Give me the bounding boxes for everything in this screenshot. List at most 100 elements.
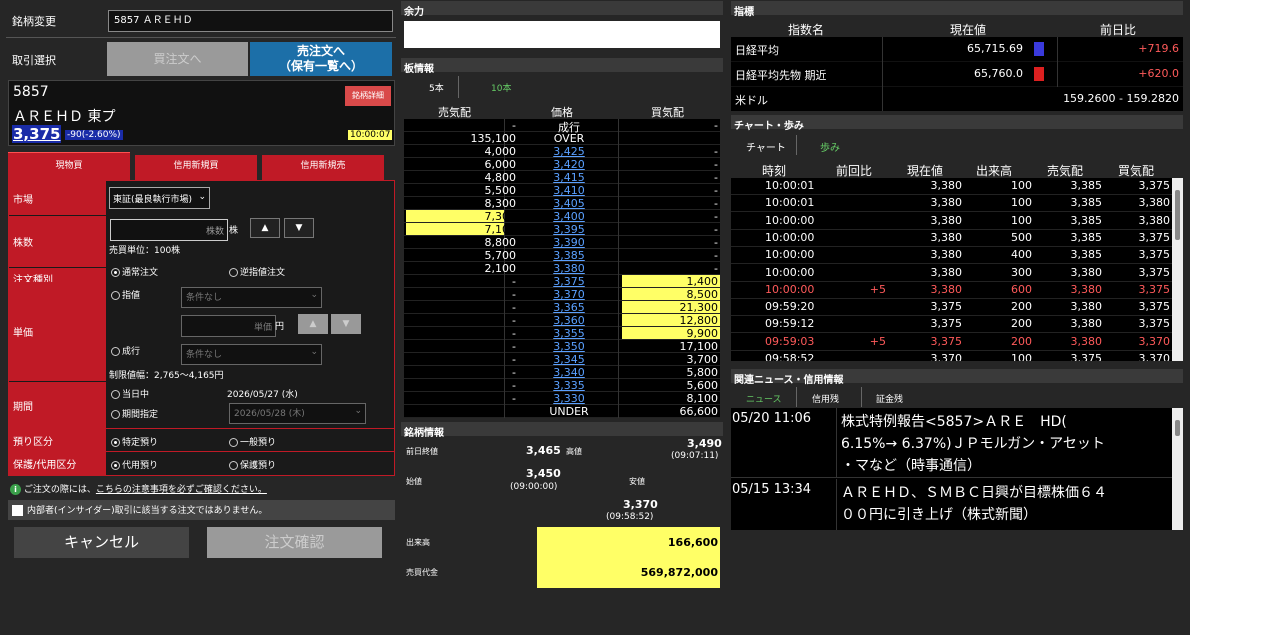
period-today-radio[interactable]: 当日中: [111, 387, 149, 400]
tick-row[interactable]: 10:00:01 3,380 100 3,385 3,380: [731, 195, 1172, 213]
ticks-tab-ayumi[interactable]: 歩み: [820, 139, 840, 154]
news-tab-margin[interactable]: 証金残: [876, 392, 903, 405]
board-price[interactable]: 3,425: [529, 145, 609, 158]
period-date-select[interactable]: 2026/05/28 (木) ⌄: [229, 403, 366, 424]
board-price[interactable]: 3,350: [529, 340, 609, 353]
board-price[interactable]: 3,370: [529, 288, 609, 301]
tick-row[interactable]: 09:59:12 3,375 200 3,380 3,375: [731, 316, 1172, 334]
board-price[interactable]: 3,385: [529, 249, 609, 262]
ticks-tab-chart[interactable]: チャート: [746, 139, 786, 154]
board-price[interactable]: 3,360: [529, 314, 609, 327]
index-row[interactable]: 米ドル 159.2600 - 159.2820: [731, 87, 1183, 111]
tick-row[interactable]: 10:00:00 3,380 300 3,380 3,375: [731, 265, 1172, 282]
index-row[interactable]: 日経平均 65,715.69 +719.6: [731, 37, 1183, 62]
tick-row[interactable]: 10:00:00 3,380 400 3,385 3,375: [731, 247, 1172, 265]
tab-cash-buy[interactable]: 現物買: [8, 152, 130, 181]
tick-row[interactable]: 09:59:20 3,375 200 3,380 3,375: [731, 299, 1172, 317]
board-price[interactable]: 3,395: [529, 223, 609, 236]
board-row[interactable]: - 成行 -: [404, 119, 720, 134]
limit-condition-select[interactable]: 条件なし ⌄: [181, 287, 322, 308]
board-row[interactable]: -3,335 5,600: [404, 379, 720, 392]
board-price[interactable]: 3,380: [529, 262, 609, 275]
board-row[interactable]: -3,345 3,700: [404, 353, 720, 366]
tab-margin-sell[interactable]: 信用新規売: [262, 155, 384, 181]
board-row[interactable]: 5,700 3,385 -: [404, 249, 720, 262]
qty-up-button[interactable]: ▲: [250, 218, 280, 238]
news-item[interactable]: 05/15 13:34 ＡＲＥＨＤ、ＳＭＢＣ日興が目標株価６４ ００円に引き上げ…: [731, 479, 1172, 530]
scrollbar-thumb[interactable]: [1175, 190, 1180, 240]
board-row[interactable]: 7,100 3,395 -: [404, 223, 720, 236]
board-row[interactable]: 4,000 3,425 -: [404, 145, 720, 158]
board-price[interactable]: 3,410: [529, 184, 609, 197]
market-condition-select[interactable]: 条件なし ⌄: [181, 344, 322, 365]
cancel-button[interactable]: キャンセル: [14, 527, 189, 558]
market-select[interactable]: 東証(最良執行市場) ⌄: [109, 187, 210, 209]
board-row[interactable]: -3,330 8,100: [404, 392, 720, 405]
insider-checkbox-row[interactable]: 内部者(インサイダー)取引に該当する注文ではありません。: [8, 500, 395, 520]
sell-order-button[interactable]: 売注文へ （保有一覧へ）: [250, 42, 392, 76]
price-up-button[interactable]: ▲: [298, 314, 328, 334]
buy-order-button[interactable]: 買注文へ: [107, 42, 248, 76]
tick-row[interactable]: 09:58:52 3,370 100 3,375 3,370: [731, 351, 1172, 361]
board-row[interactable]: -3,360 12,800: [404, 314, 720, 327]
board-row[interactable]: -3,375 1,400: [404, 275, 720, 288]
ordertype-stop-radio[interactable]: 逆指値注文: [229, 265, 285, 278]
tab-margin-buy[interactable]: 信用新規買: [135, 155, 257, 181]
qty-down-button[interactable]: ▼: [284, 218, 314, 238]
index-row[interactable]: 日経平均先物 期近 65,760.0 +620.0: [731, 62, 1183, 87]
price-input[interactable]: 単価: [181, 315, 276, 337]
collateral-protect-radio[interactable]: 保護預り: [229, 458, 276, 471]
deposit-specific-radio[interactable]: 特定預り: [111, 435, 158, 448]
board-price[interactable]: 3,345: [529, 353, 609, 366]
confirm-button[interactable]: 注文確認: [207, 527, 382, 558]
tick-row[interactable]: 10:00:00 3,380 500 3,385 3,375: [731, 230, 1172, 247]
news-tab-news[interactable]: ニュース: [746, 392, 782, 405]
deposit-general-radio[interactable]: 一般預り: [229, 435, 276, 448]
board-row[interactable]: UNDER 66,600: [404, 405, 720, 418]
board-row[interactable]: 6,000 3,420 -: [404, 158, 720, 171]
board-row[interactable]: -3,370 8,500: [404, 288, 720, 301]
board-row[interactable]: 4,800 3,415 -: [404, 171, 720, 184]
limit-radio[interactable]: 指値: [111, 288, 140, 301]
board-price[interactable]: 3,365: [529, 301, 609, 314]
board-price[interactable]: 3,355: [529, 327, 609, 340]
board-row[interactable]: -3,355 9,900: [404, 327, 720, 340]
board-tab-10[interactable]: 10本: [491, 81, 511, 94]
board-price[interactable]: 3,400: [529, 210, 609, 223]
board-price[interactable]: 3,415: [529, 171, 609, 184]
qty-input[interactable]: 株数: [110, 219, 228, 241]
board-price[interactable]: 3,340: [529, 366, 609, 379]
ordertype-normal-radio[interactable]: 通常注文: [111, 265, 158, 278]
symbol-input[interactable]: 5857 ＡＲＥＨＤ: [108, 10, 393, 32]
tick-row[interactable]: 10:00:01 3,380 100 3,385 3,375: [731, 178, 1172, 195]
board-row[interactable]: -3,340 5,800: [404, 366, 720, 379]
board-row[interactable]: 5,500 3,410 -: [404, 184, 720, 197]
board-row[interactable]: 7,300 3,400 -: [404, 210, 720, 223]
board-price[interactable]: 3,330: [529, 392, 609, 405]
board-price[interactable]: 3,375: [529, 275, 609, 288]
board-row[interactable]: -3,365 21,300: [404, 301, 720, 314]
board-row[interactable]: 135,100 OVER: [404, 132, 720, 145]
board-row[interactable]: 8,800 3,390 -: [404, 236, 720, 249]
board-row[interactable]: 2,100 3,380 -: [404, 262, 720, 275]
board-price[interactable]: 3,335: [529, 379, 609, 392]
collateral-substitute-radio[interactable]: 代用預り: [111, 458, 158, 471]
scrollbar-thumb[interactable]: [1175, 420, 1180, 436]
news-item[interactable]: 05/20 11:06 株式特例報告<5857>ＡＲＥ HD( 6.15%→ 6…: [731, 408, 1172, 478]
news-tab-credit[interactable]: 信用残: [812, 392, 839, 405]
notice-link[interactable]: こちらの注意事項を必ずご確認ください。: [96, 485, 267, 495]
board-row[interactable]: -3,350 17,100: [404, 340, 720, 353]
market-order-radio[interactable]: 成行: [111, 344, 140, 357]
period-specify-radio[interactable]: 期間指定: [111, 407, 158, 420]
checkbox-icon[interactable]: [12, 505, 23, 516]
board-price[interactable]: 3,405: [529, 197, 609, 210]
board-tab-5[interactable]: 5本: [429, 81, 444, 94]
news-scrollbar[interactable]: [1172, 408, 1183, 530]
stock-price[interactable]: 3,375: [12, 125, 62, 143]
price-down-button[interactable]: ▼: [331, 314, 361, 334]
tick-row[interactable]: 10:00:00 3,380 100 3,385 3,380: [731, 213, 1172, 230]
tick-row[interactable]: 09:59:03 +5 3,375 200 3,380 3,370: [731, 334, 1172, 351]
ticks-scrollbar[interactable]: [1172, 178, 1183, 361]
board-price[interactable]: 3,420: [529, 158, 609, 171]
tick-row[interactable]: 10:00:00 +5 3,380 600 3,380 3,375: [731, 282, 1172, 299]
